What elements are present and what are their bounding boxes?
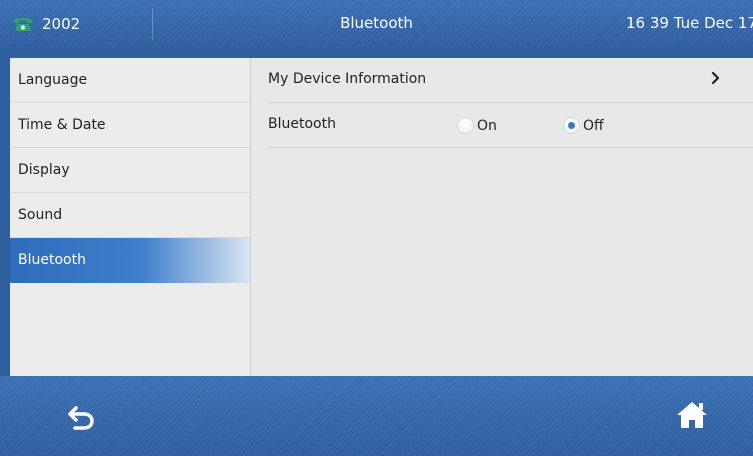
status-bar: 2002 Bluetooth 16 39 Tue Dec 17 bbox=[0, 0, 753, 47]
sidebar-item-sound[interactable]: Sound bbox=[10, 193, 250, 238]
back-button[interactable] bbox=[64, 398, 100, 434]
sidebar-item-label: Bluetooth bbox=[18, 252, 86, 268]
radio-label: Off bbox=[583, 117, 604, 134]
home-button[interactable] bbox=[673, 396, 711, 434]
radio-label: On bbox=[477, 117, 497, 134]
content-panel: Language Time & Date Display Sound Bluet… bbox=[10, 58, 753, 376]
sidebar-item-label: Display bbox=[18, 162, 70, 178]
radio-unchecked-icon bbox=[458, 118, 473, 133]
sidebar: Language Time & Date Display Sound Bluet… bbox=[10, 58, 251, 376]
bluetooth-on-radio[interactable]: On bbox=[458, 103, 497, 148]
row-label: My Device Information bbox=[268, 71, 427, 87]
sidebar-item-display[interactable]: Display bbox=[10, 148, 250, 193]
line-indicator[interactable]: 2002 bbox=[12, 0, 80, 47]
home-icon bbox=[673, 402, 711, 438]
phone-handset-icon bbox=[12, 13, 34, 35]
my-device-information-row[interactable]: My Device Information bbox=[268, 58, 753, 103]
line-number: 2002 bbox=[42, 14, 81, 33]
radio-checked-icon bbox=[564, 118, 579, 133]
sidebar-item-language[interactable]: Language bbox=[10, 58, 250, 103]
datetime: 16 39 Tue Dec 17 bbox=[626, 14, 753, 32]
sidebar-item-time-date[interactable]: Time & Date bbox=[10, 103, 250, 148]
bluetooth-toggle-row: Bluetooth On Off bbox=[268, 103, 753, 148]
status-divider bbox=[152, 8, 153, 40]
sidebar-item-label: Language bbox=[18, 72, 88, 88]
chevron-right-icon bbox=[707, 69, 725, 87]
row-label: Bluetooth bbox=[268, 116, 336, 132]
bottom-bar bbox=[0, 376, 753, 456]
settings-main: My Device Information Bluetooth On Off bbox=[252, 58, 753, 376]
sidebar-item-label: Sound bbox=[18, 207, 63, 223]
back-arrow-icon bbox=[64, 406, 100, 438]
sidebar-item-label: Time & Date bbox=[18, 117, 106, 133]
sidebar-item-bluetooth[interactable]: Bluetooth bbox=[10, 238, 250, 283]
bluetooth-off-radio[interactable]: Off bbox=[564, 103, 604, 148]
